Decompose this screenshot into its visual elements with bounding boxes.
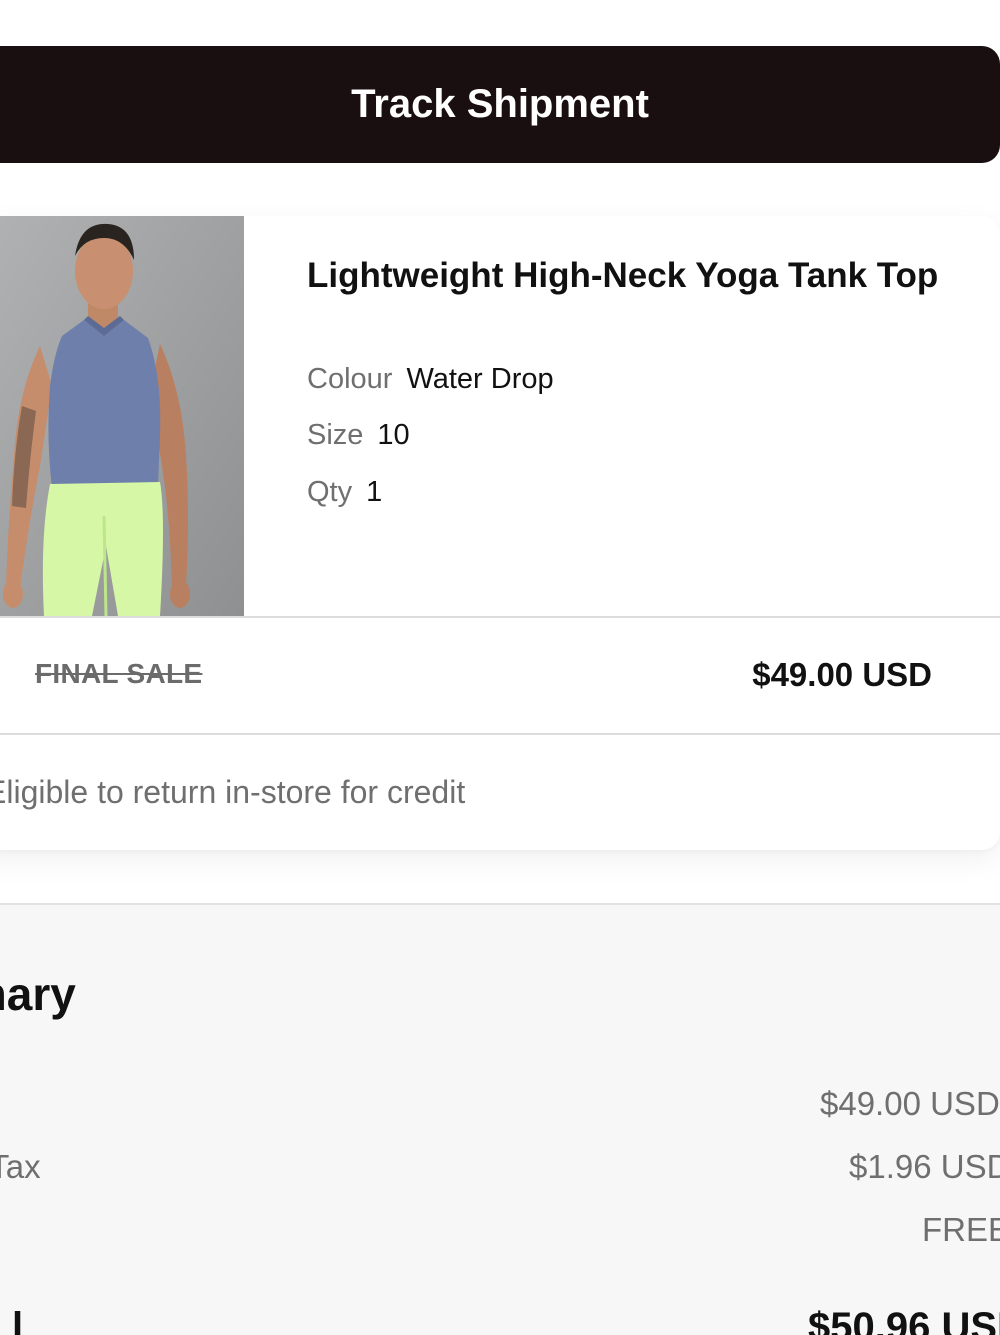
summary-total-label: l [12,1305,24,1335]
divider [0,733,1000,735]
size-value: 10 [377,419,410,451]
product-price: $49.00 USD [752,656,932,693]
product-colour: Colour Water Drop [307,363,554,396]
order-summary: mmary total $49.00 USD al Tax $1.96 USD … [0,903,1000,1335]
divider [0,616,1000,618]
summary-row-value: $1.96 USD [849,1148,1000,1185]
qty-label: Qty [307,476,353,508]
colour-label: Colour [307,363,393,395]
qty-value: 1 [366,476,383,508]
summary-row-label: al Tax [0,1148,41,1185]
track-shipment-button[interactable]: Track Shipment [0,46,1000,163]
product-image[interactable] [0,216,244,617]
product-quantity: Qty 1 [307,476,382,509]
colour-value: Water Drop [406,363,554,395]
product-photo-icon [0,216,244,617]
final-sale-tag: FINAL SALE [35,658,203,689]
product-title[interactable]: Lightweight High-Neck Yoga Tank Top [307,256,938,296]
return-eligibility-note: Eligible to return in-store for credit [0,774,466,810]
track-shipment-label: Track Shipment [351,82,649,126]
summary-row-value: $49.00 USD [820,1085,1000,1122]
summary-title: mmary [0,968,76,1020]
product-size: Size 10 [307,419,410,452]
order-item-card: Lightweight High-Neck Yoga Tank Top Colo… [0,216,1000,850]
summary-total-value: $50.96 USD [808,1305,1000,1335]
size-label: Size [307,419,364,451]
summary-row-value: FREE [922,1211,1000,1248]
